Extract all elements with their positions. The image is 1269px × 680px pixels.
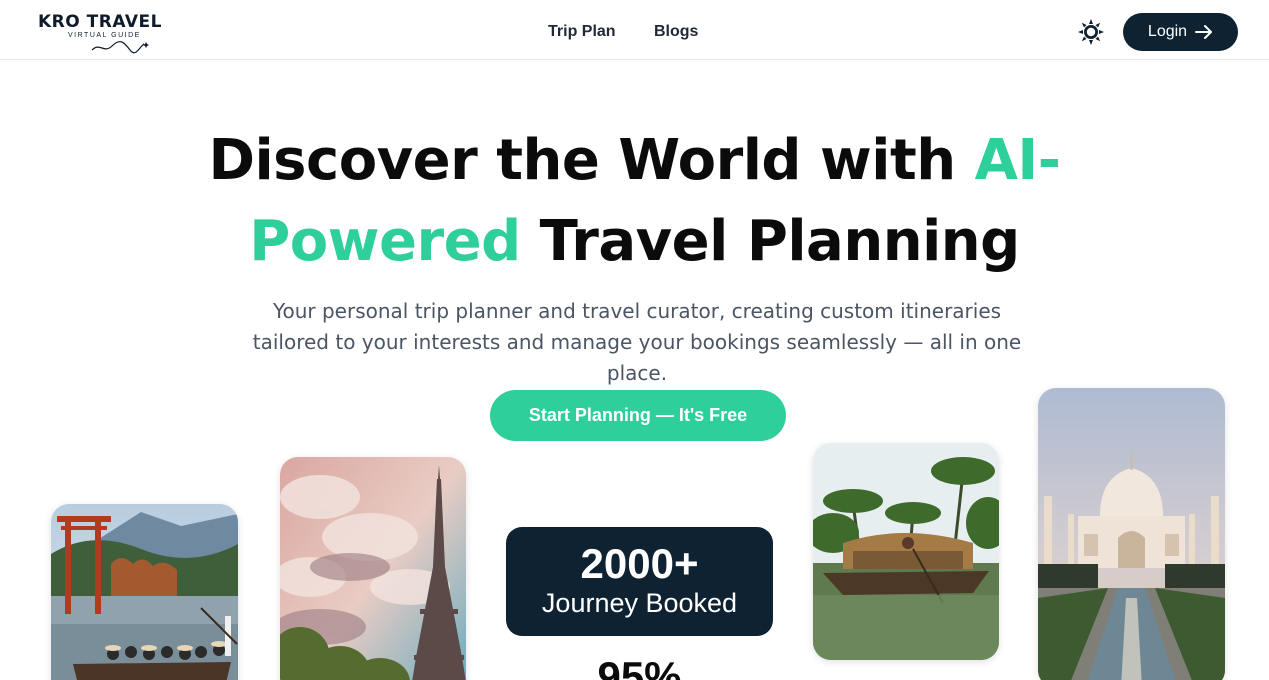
hero-title-part2: Travel Planning: [520, 209, 1021, 274]
brand-name: KRO TRAVEL: [38, 12, 162, 32]
start-planning-button[interactable]: Start Planning — It's Free: [490, 390, 786, 441]
destination-photo-japan: [51, 504, 238, 680]
login-label: Login: [1147, 23, 1188, 40]
theme-toggle-button[interactable]: [1078, 19, 1104, 45]
destination-photo-kerala: [813, 443, 999, 660]
logo-swoosh-icon: [91, 41, 149, 54]
nav-link-blogs[interactable]: Blogs: [654, 23, 698, 41]
brand-tagline: VIRTUAL GUIDE: [68, 32, 141, 39]
hero-title-part1: Discover the World with: [208, 128, 975, 193]
top-navbar: KRO TRAVEL VIRTUAL GUIDE Trip Plan Blogs: [0, 0, 1269, 60]
hero-subtitle: Your personal trip planner and travel cu…: [252, 299, 1022, 385]
hero-title-accent-powered: Powered: [249, 209, 521, 274]
destination-photo-paris: [280, 457, 466, 680]
sun-icon: [1078, 19, 1104, 45]
stat-journeys-booked: 2000+ Journey Booked: [506, 527, 773, 636]
hero-title-accent-ai: AI-: [974, 128, 1061, 193]
arrow-right-icon: [1195, 25, 1213, 39]
stat-label: Journey Booked: [541, 588, 738, 618]
stat-value: 2000+: [580, 540, 699, 587]
login-button[interactable]: Login: [1123, 13, 1238, 51]
brand-logo[interactable]: KRO TRAVEL VIRTUAL GUIDE: [38, 12, 178, 56]
destination-photo-taj-mahal: [1038, 388, 1225, 680]
hero-title: Discover the World with AI- Powered Trav…: [0, 120, 1269, 282]
stat-satisfaction-value: 95%: [597, 653, 682, 680]
nav-link-trip-plan[interactable]: Trip Plan: [548, 23, 616, 41]
